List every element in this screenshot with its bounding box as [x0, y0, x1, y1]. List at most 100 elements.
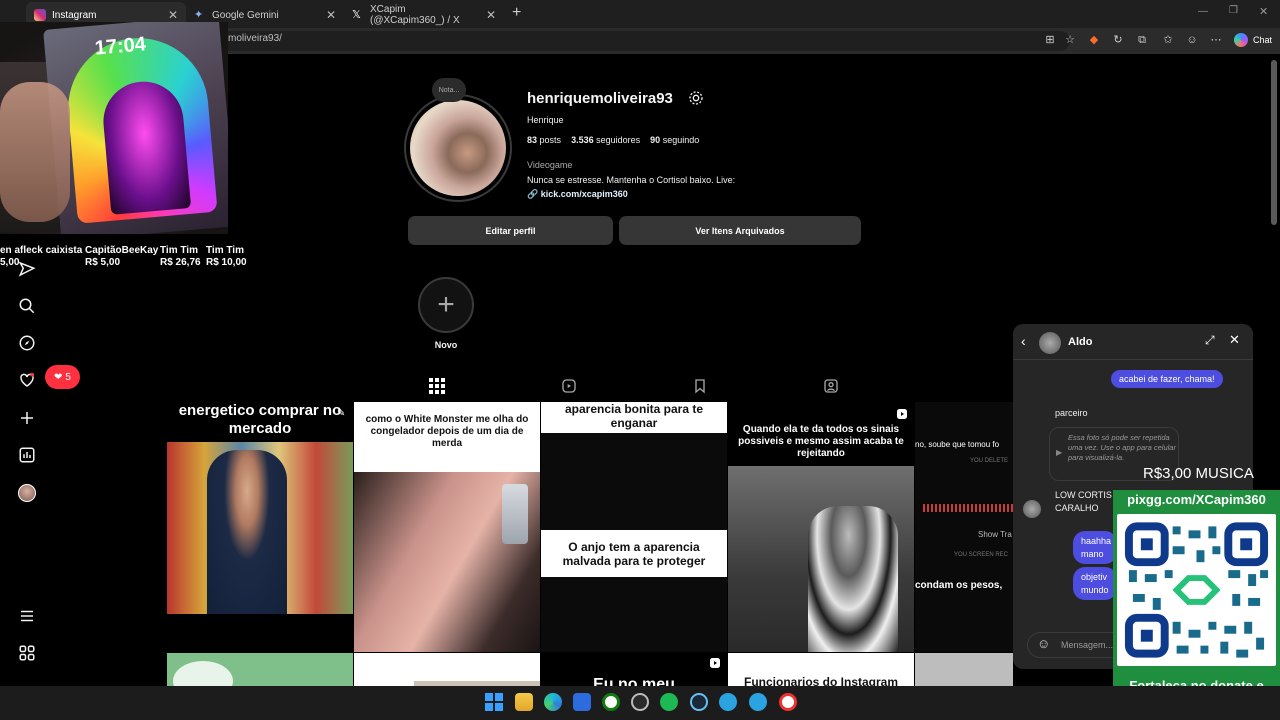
spotify-icon[interactable]	[660, 693, 678, 711]
close-icon[interactable]: ✕	[1229, 332, 1240, 348]
post-tile[interactable]: Quando ela te da todos os sinais possive…	[728, 402, 914, 652]
profile-full-name: Henrique	[527, 115, 564, 125]
donate-url: pixgg.com/XCapim360	[1127, 492, 1266, 507]
steam-icon[interactable]	[690, 693, 708, 711]
apps-icon[interactable]	[18, 644, 36, 662]
profile-icon[interactable]: ☺	[1185, 33, 1199, 47]
maximize-button[interactable]: ❐	[1229, 5, 1238, 16]
post-caption: Quando ela te da todos os sinais possive…	[738, 424, 904, 459]
tab-saved-icon[interactable]	[692, 378, 708, 394]
menu-icon[interactable]	[18, 607, 36, 625]
explore-icon[interactable]	[18, 334, 36, 352]
posts-count: 83	[527, 135, 538, 145]
telegram-icon[interactable]	[719, 693, 737, 711]
clip-icon: ✎	[337, 408, 346, 419]
start-menu-icon[interactable]	[485, 693, 503, 711]
minimize-button[interactable]: —	[1198, 6, 1208, 17]
app-icon[interactable]	[779, 693, 797, 711]
post-image	[173, 661, 233, 686]
copilot-icon[interactable]	[1234, 33, 1248, 47]
view-once-text: Essa foto só pode ser repetida uma vez. …	[1068, 433, 1176, 463]
qr-code	[1117, 514, 1276, 666]
tab-posts-grid-icon[interactable]	[429, 378, 445, 394]
post-tile[interactable]: no, soube que tomou fo YOU DELETE Show T…	[915, 402, 1015, 652]
chat-name[interactable]: Aldo	[1068, 336, 1092, 348]
url-field[interactable]	[220, 31, 1070, 51]
outlook-icon[interactable]	[573, 693, 591, 711]
following-count[interactable]: 90	[650, 135, 660, 145]
emoji-icon[interactable]: ☺	[1037, 636, 1050, 651]
heart-icon[interactable]	[18, 371, 36, 389]
new-highlight-button[interactable]: +	[418, 277, 474, 333]
xbox-icon[interactable]	[602, 693, 620, 711]
tab-label: XCapim (@XCapim360_) / X	[370, 4, 460, 26]
dashboard-icon[interactable]	[18, 446, 36, 464]
tab-label: Instagram	[52, 9, 97, 21]
post-tile[interactable]: como o White Monster me olha do congelad…	[354, 402, 540, 652]
post-tile[interactable]: aparencia bonita para te enganar O anjo …	[541, 402, 727, 652]
post-caption: no, soube que tomou fo	[915, 440, 1000, 449]
more-icon[interactable]: ⋯	[1209, 33, 1223, 47]
favorites-icon[interactable]: ✩	[1161, 33, 1175, 47]
split-icon[interactable]: ⧉	[1135, 33, 1149, 47]
refresh-icon[interactable]: ↻	[1111, 33, 1125, 47]
followers-count[interactable]: 3.536	[571, 135, 594, 145]
profile-username: henriquemoliveira93	[527, 90, 673, 107]
sender-avatar	[1023, 500, 1041, 518]
create-icon[interactable]	[18, 409, 36, 427]
post-tile[interactable]	[354, 653, 540, 686]
edit-profile-button[interactable]: Editar perfil	[408, 216, 613, 245]
tab-tagged-icon[interactable]	[823, 378, 839, 394]
chat-button[interactable]: Chat	[1253, 35, 1272, 45]
tab-reels-icon[interactable]	[561, 378, 577, 394]
post-caption: condam os pesos,	[915, 580, 1003, 591]
close-tab-icon[interactable]: ✕	[326, 8, 336, 22]
instagram-icon	[34, 9, 46, 21]
extension-icon[interactable]: ◆	[1087, 33, 1101, 47]
reel-icon	[897, 409, 907, 419]
page-scrollbar[interactable]	[1271, 60, 1277, 225]
post-caption: Funcionarios do Instagram	[743, 675, 899, 686]
message-bubble: objetiv mundo	[1073, 567, 1117, 601]
tab-x[interactable]: 𝕏 XCapim (@XCapim360_) / X ✕	[344, 2, 504, 28]
post-tile[interactable]: Eu no meu	[541, 653, 727, 686]
audio-waveform	[923, 504, 1013, 512]
close-window-button[interactable]: ✕	[1259, 5, 1268, 18]
new-tab-button[interactable]: +	[512, 4, 521, 22]
post-tile[interactable]: energetico comprar no mercado ✎	[167, 402, 353, 652]
star-icon[interactable]: ☆	[1063, 33, 1077, 47]
profile-category: Videogame	[527, 160, 573, 170]
notification-badge[interactable]: ❤ 5	[45, 365, 80, 389]
message-input-placeholder: Mensagem...	[1061, 640, 1114, 650]
direct-message-icon[interactable]	[18, 260, 36, 278]
profile-stats: 83 posts 3.536 seguidores 90 seguindo	[527, 135, 699, 145]
profile-avatar-icon[interactable]	[18, 484, 36, 502]
expand-icon[interactable]: ⤢	[1205, 333, 1215, 348]
edge-browser-icon[interactable]	[544, 693, 562, 711]
close-tab-icon[interactable]: ✕	[486, 8, 496, 22]
profile-picture[interactable]	[404, 94, 512, 202]
post-caption: Eu no meu	[593, 676, 675, 686]
note-bubble[interactable]: Nota...	[432, 78, 466, 102]
profile-photo	[410, 100, 506, 196]
close-tab-icon[interactable]: ✕	[168, 8, 178, 22]
search-icon[interactable]	[18, 297, 36, 315]
play-icon: ▶	[1056, 448, 1063, 457]
obs-icon[interactable]	[631, 693, 649, 711]
followers-label[interactable]: seguidores	[596, 135, 640, 145]
post-caption: energetico comprar no mercado	[178, 402, 342, 437]
posts-label: posts	[539, 135, 562, 145]
post-tile[interactable]	[167, 653, 353, 686]
telegram-icon-2[interactable]	[749, 693, 767, 711]
donation-entry: Tim Tim R$ 26,76	[160, 245, 201, 268]
archived-items-button[interactable]: Ver Itens Arquivados	[619, 216, 861, 245]
back-icon[interactable]: ‹	[1021, 333, 1026, 349]
grid-icon[interactable]: ⊞	[1043, 33, 1057, 47]
chat-avatar[interactable]	[1039, 332, 1061, 354]
post-tile[interactable]	[915, 653, 1013, 686]
profile-link[interactable]: 🔗 kick.com/xcapim360	[527, 189, 628, 200]
post-tile[interactable]: Funcionarios do Instagram	[728, 653, 914, 686]
following-label[interactable]: seguindo	[663, 135, 700, 145]
settings-gear-icon[interactable]	[688, 90, 704, 106]
file-explorer-icon[interactable]	[515, 693, 533, 711]
